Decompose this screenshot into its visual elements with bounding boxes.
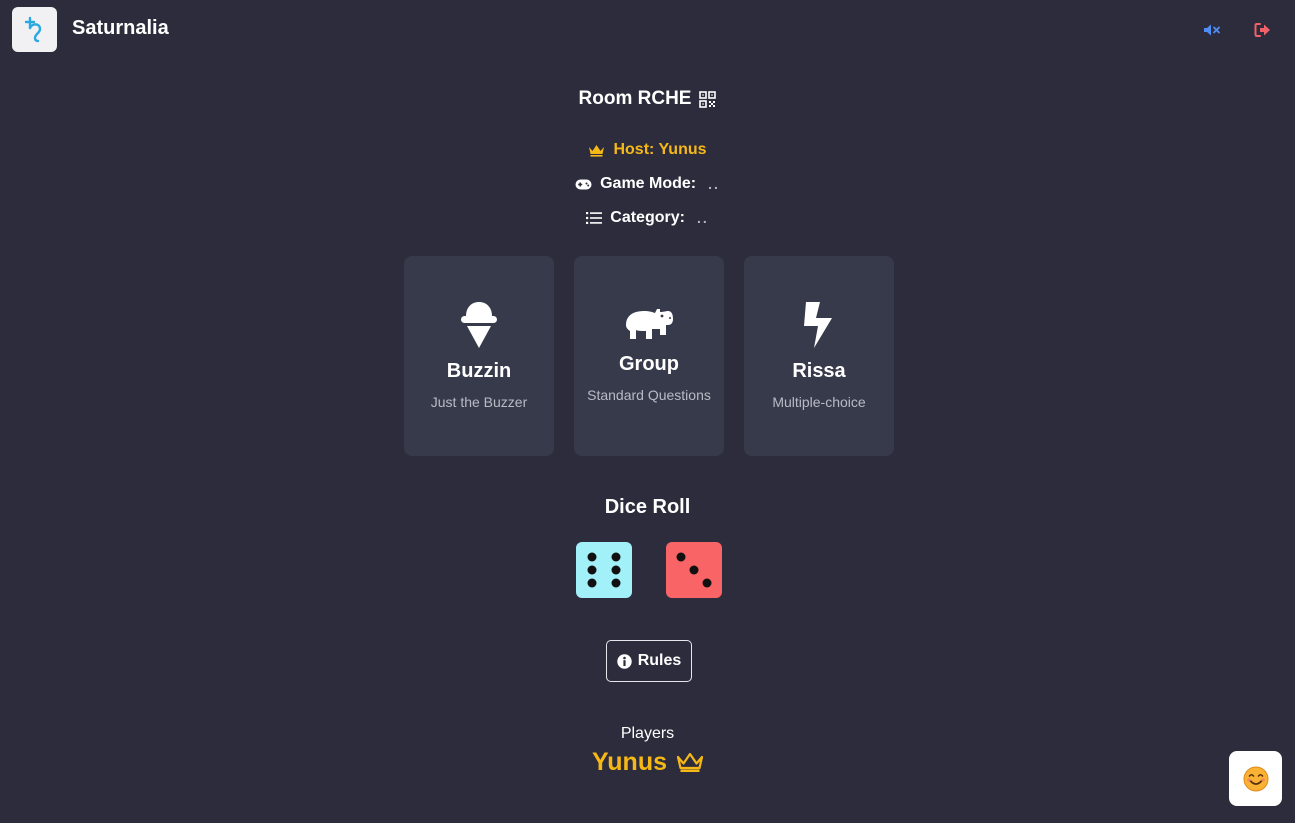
die-face-3-icon [676,552,712,588]
room-header: Room RCHE [0,88,1295,110]
emoji-reaction-button[interactable] [1229,751,1282,806]
top-bar: Saturnalia [0,0,1295,60]
die-one[interactable] [576,542,632,598]
hippo-icon [626,308,673,339]
mute-button[interactable] [1202,20,1222,40]
mode-subtitle: Just the Buzzer [430,393,528,410]
mode-subtitle: Multiple-choice [772,393,866,410]
crown-icon [677,752,703,772]
qr-code-icon[interactable] [699,90,717,108]
category-value: .. [696,210,709,226]
mode-title: Buzzin [446,359,512,382]
mode-card-buzzin[interactable]: Buzzin Just the Buzzer [404,256,554,456]
mode-title: Rissa [792,359,846,382]
list-icon [586,212,603,224]
info-circle-icon [617,653,632,669]
mode-card-group[interactable]: Group Standard Questions [574,256,724,456]
leave-room-button[interactable] [1253,20,1273,40]
players-label: Players [620,725,675,742]
bolt-icon [804,301,832,348]
ice-cream-icon [461,301,497,348]
smiling-face-icon [1243,766,1268,791]
category-label: Category: [610,209,685,226]
rules-button[interactable]: Rules [606,640,692,682]
room-title: Room RCHE [578,88,692,109]
game-mode-row: Game Mode: .. [0,175,1295,193]
saturn-symbol-icon [24,16,41,42]
mode-title: Group [619,352,679,375]
host-row: Host: Yunus [0,141,1295,159]
player-name: Yunus [591,748,667,776]
mode-subtitle: Standard Questions [587,386,711,403]
sign-out-icon [1254,23,1270,37]
crown-icon [589,145,605,157]
host-label: Host: Yunus [613,141,707,158]
category-row: Category: .. [0,209,1295,227]
app-title: Saturnalia [72,17,169,39]
gamepad-icon [575,179,592,189]
game-mode-value: .. [708,176,720,192]
mode-card-rissa[interactable]: Rissa Multiple-choice [744,256,894,456]
volume-mute-icon [1204,24,1220,36]
rules-label: Rules [637,652,682,669]
app-logo[interactable] [12,7,57,52]
die-face-6-icon [587,552,621,588]
dice-roll-title: Dice Roll [604,496,691,518]
player-entry: Yunus [0,748,1295,777]
game-mode-label: Game Mode: [600,175,697,192]
game-mode-cards: Buzzin Just the Buzzer Group Standard Qu… [404,256,894,456]
die-two[interactable] [666,542,722,598]
